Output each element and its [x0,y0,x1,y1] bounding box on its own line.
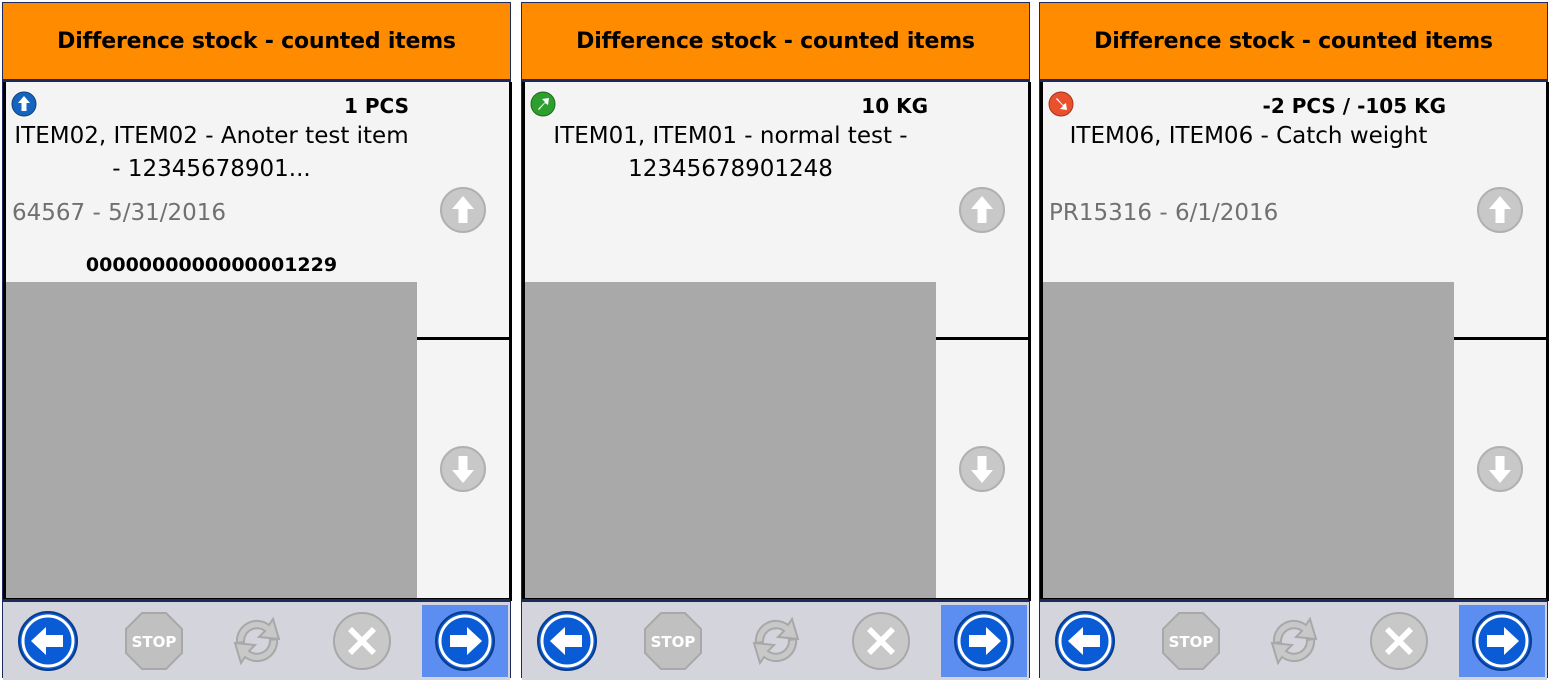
item-list: -2 PCS / -105 KG ITEM06, ITEM06 - Catch … [1040,82,1457,601]
scroll-bar [1454,82,1549,601]
scroll-up-button[interactable] [417,82,509,340]
back-icon [1054,611,1115,671]
refresh-button[interactable] [739,605,812,677]
arrow-down-right-red-icon [1048,91,1074,117]
panel-header: Difference stock - counted items [3,3,510,82]
quantity-label: 10 KG [861,94,928,118]
arrow-up-right-green-icon [530,91,556,117]
refresh-icon [233,616,280,666]
quantity-label: 1 PCS [344,94,409,118]
cancel-button[interactable] [1362,605,1435,677]
list-item[interactable]: -2 PCS / -105 KG ITEM06, ITEM06 - Catch … [1043,82,1454,282]
back-icon [536,611,597,671]
arrow-up-blue-icon [11,91,37,117]
svg-text:STOP: STOP [650,633,695,651]
back-icon [17,611,78,671]
item-meta: PR15316 - 6/1/2016 [1049,200,1279,226]
refresh-icon [752,616,799,666]
refresh-icon [1270,616,1317,666]
arrow-down-icon [1477,446,1523,492]
panel-header: Difference stock - counted items [1040,3,1547,82]
item-description: ITEM01, ITEM01 - normal test - 123456789… [553,123,908,182]
arrow-up-icon [440,186,486,233]
scroll-down-button[interactable] [936,340,1028,598]
toolbar: STOP [3,599,510,680]
arrow-up-icon [959,186,1005,233]
svg-text:STOP: STOP [1168,633,1213,651]
scroll-up-button[interactable] [936,82,1028,340]
item-list: 1 PCS ITEM02, ITEM02 - Anoter test item … [3,82,420,601]
refresh-button[interactable] [220,605,293,677]
item-meta: 64567 - 5/31/2016 [12,200,227,226]
arrow-up-icon [1477,186,1523,233]
stop-button[interactable]: STOP [1154,605,1227,677]
item-description: ITEM02, ITEM02 - Anoter test item - 1234… [14,123,409,182]
scroll-bar [417,82,512,601]
list-item[interactable]: 10 KG ITEM01, ITEM01 - normal test - 123… [525,82,936,282]
panel-2: Difference stock - counted items 10 KG I… [521,2,1031,680]
next-button[interactable] [422,605,508,677]
stop-icon: STOP [643,612,702,670]
panel-3: Difference stock - counted items -2 PCS … [1039,2,1549,680]
arrow-down-icon [440,446,486,492]
refresh-button[interactable] [1257,605,1330,677]
scroll-up-button[interactable] [1454,82,1546,340]
next-icon [954,611,1014,671]
scroll-bar [936,82,1031,601]
quantity-label: -2 PCS / -105 KG [1262,94,1446,118]
cancel-icon [1369,612,1428,670]
stop-icon: STOP [124,612,183,670]
stop-icon: STOP [1161,612,1220,670]
cancel-button[interactable] [325,605,398,677]
item-barcode: 0000000000000001229 [85,254,338,276]
scroll-down-button[interactable] [1454,340,1546,598]
svg-text:STOP: STOP [131,633,176,651]
next-icon [435,611,495,671]
back-button[interactable] [11,605,84,677]
next-button[interactable] [1459,605,1545,677]
arrow-down-icon [959,446,1005,492]
back-button[interactable] [530,605,603,677]
cancel-button[interactable] [844,605,917,677]
panel-header: Difference stock - counted items [522,3,1029,82]
item-list: 10 KG ITEM01, ITEM01 - normal test - 123… [522,82,939,601]
toolbar: STOP [1040,599,1547,680]
stop-button[interactable]: STOP [636,605,709,677]
cancel-icon [332,612,391,670]
stop-button[interactable]: STOP [117,605,190,677]
cancel-icon [851,612,910,670]
list-item[interactable]: 1 PCS ITEM02, ITEM02 - Anoter test item … [6,82,417,282]
next-button[interactable] [941,605,1027,677]
next-icon [1472,611,1532,671]
toolbar: STOP [522,599,1029,680]
scroll-down-button[interactable] [417,340,509,598]
back-button[interactable] [1048,605,1121,677]
panel-1: Difference stock - counted items 1 PCS I… [2,2,512,680]
item-description: ITEM06, ITEM06 - Catch weight [1069,123,1428,149]
